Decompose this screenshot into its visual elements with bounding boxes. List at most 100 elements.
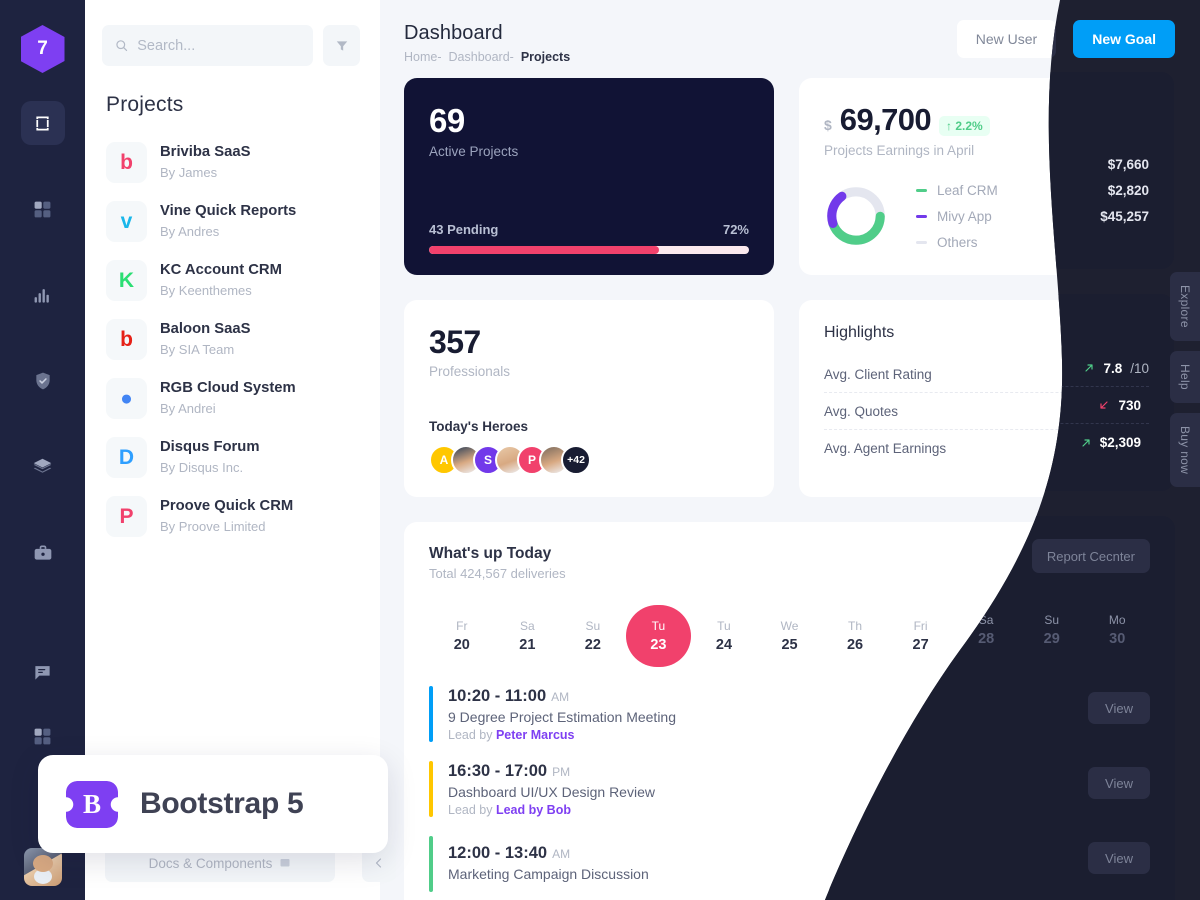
rail-item-briefcase[interactable] bbox=[21, 531, 65, 575]
rail-item-cube[interactable] bbox=[20, 101, 65, 145]
event-color-bar bbox=[429, 686, 433, 742]
active-projects-label: Active Projects bbox=[429, 144, 519, 159]
project-item[interactable]: b Baloon SaaS By SIA Team bbox=[106, 310, 380, 369]
day-name: Th bbox=[848, 619, 863, 633]
project-name: Briviba SaaS bbox=[160, 144, 251, 161]
side-tabs: Explore Help Buy now bbox=[1170, 272, 1200, 487]
event-title: 9 Degree Project Estimation Meeting bbox=[448, 708, 676, 725]
project-item[interactable]: ● RGB Cloud System By Andrei bbox=[106, 369, 380, 428]
project-item[interactable]: v Vine Quick Reports By Andres bbox=[106, 192, 380, 251]
event-time-row: 16:30 - 17:00 PM bbox=[448, 762, 655, 781]
grid-icon bbox=[34, 201, 51, 217]
day-name: Su bbox=[1044, 613, 1060, 627]
whats-up-title: What's up Today bbox=[429, 545, 552, 562]
project-author: By Andres bbox=[160, 224, 220, 240]
cards-column-left: 69 Active Projects 43 Pending 72% 357 Pr… bbox=[404, 78, 774, 497]
event-view-button[interactable]: View bbox=[1088, 767, 1150, 799]
event-view-button[interactable]: View bbox=[1088, 692, 1150, 724]
briefcase-icon bbox=[34, 545, 51, 560]
report-center-button-dark[interactable]: Report Cecnter bbox=[1032, 539, 1150, 573]
cube-icon bbox=[36, 116, 49, 130]
heroes-title: Today's Heroes bbox=[429, 419, 528, 434]
legend-left: Others bbox=[916, 235, 978, 250]
day-number: 25 bbox=[781, 637, 798, 653]
highlight-key: Avg. Quotes bbox=[824, 403, 899, 419]
chat-icon bbox=[35, 665, 50, 680]
project-meta: Briviba SaaS By James bbox=[160, 142, 250, 183]
rail-item-security[interactable] bbox=[21, 359, 65, 403]
donut-chart bbox=[827, 187, 885, 245]
earnings-delta-badge: ↑ 2.2% bbox=[939, 116, 990, 136]
rail-item-analytics[interactable] bbox=[21, 273, 65, 317]
project-author: By SIA Team bbox=[160, 342, 235, 358]
legend-left: Leaf CRM bbox=[916, 183, 998, 198]
whats-up-subtitle: Total 424,567 deliveries bbox=[429, 566, 566, 581]
professionals-label: Professionals bbox=[429, 364, 511, 379]
project-item[interactable]: D Disqus Forum By Disqus Inc. bbox=[106, 428, 380, 487]
event-ampm: AM bbox=[552, 846, 571, 861]
side-tab-buy-now[interactable]: Buy now bbox=[1170, 412, 1200, 487]
calendar-day[interactable]: Fr 20 bbox=[429, 605, 495, 667]
app-logo[interactable]: 7 bbox=[20, 25, 65, 73]
filter-icon bbox=[336, 40, 347, 51]
event-time: 12:00 - 13:40 bbox=[448, 843, 548, 862]
project-name: KC Account CRM bbox=[160, 262, 282, 279]
day-name: Su bbox=[585, 619, 601, 633]
highlight-value: $2,309 bbox=[1080, 435, 1149, 450]
day-number: 28 bbox=[978, 631, 995, 647]
highlight-key: Avg. Agent Earnings bbox=[824, 441, 947, 456]
breadcrumb-item[interactable]: Dashboard- bbox=[449, 50, 514, 64]
day-name: Fr bbox=[456, 619, 468, 633]
project-item[interactable]: b Briviba SaaS By James bbox=[106, 133, 380, 192]
event-ampm: PM bbox=[552, 764, 571, 779]
grid-icon bbox=[34, 728, 51, 744]
calendar-day[interactable]: Su 22 bbox=[560, 605, 626, 667]
legend-left: Mivy App bbox=[916, 209, 992, 224]
day-name: Fri bbox=[913, 619, 928, 633]
side-tab-help[interactable]: Help bbox=[1170, 350, 1200, 403]
event-view-button[interactable]: View bbox=[1088, 842, 1150, 874]
event-body: 16:30 - 17:00 PM Dashboard UI/UX Design Re… bbox=[448, 762, 655, 817]
search-row bbox=[85, 0, 380, 66]
rail-item-grid[interactable] bbox=[21, 187, 65, 231]
new-goal-button-dark[interactable]: New Goal bbox=[1073, 20, 1175, 58]
project-logo: ● bbox=[106, 378, 147, 419]
rail-item-layers[interactable] bbox=[21, 445, 65, 489]
search-input[interactable] bbox=[137, 37, 300, 54]
shield-check-icon bbox=[35, 372, 50, 390]
calendar-day[interactable]: We 25 bbox=[757, 605, 823, 667]
avatar[interactable] bbox=[23, 848, 62, 886]
hero-avatar[interactable]: +42 bbox=[561, 445, 591, 475]
side-tab-explore[interactable]: Explore bbox=[1170, 272, 1200, 341]
calendar-day[interactable]: Fri 27 bbox=[888, 605, 954, 667]
search-box[interactable] bbox=[102, 25, 313, 66]
highlight-suffix: /10 bbox=[1130, 360, 1149, 376]
day-number: 22 bbox=[584, 637, 601, 653]
project-name: Baloon SaaS bbox=[160, 321, 251, 338]
day-name: Mo bbox=[1108, 613, 1126, 627]
highlight-value: 7.8/10 bbox=[1083, 361, 1149, 376]
day-name: We bbox=[780, 619, 799, 633]
active-projects-count: 69 bbox=[429, 102, 465, 139]
event-ampm: AM bbox=[551, 689, 570, 704]
currency-symbol: $ bbox=[824, 117, 832, 133]
book-icon bbox=[280, 859, 290, 867]
rail-item-chat[interactable] bbox=[21, 650, 65, 694]
project-meta: RGB Cloud System By Andrei bbox=[160, 378, 296, 419]
calendar-day[interactable]: Th 26 bbox=[822, 605, 888, 667]
new-user-button[interactable]: New User bbox=[956, 20, 1057, 58]
filter-button[interactable] bbox=[323, 25, 360, 66]
calendar-day[interactable]: Tu 23 bbox=[625, 605, 692, 667]
rail-nav bbox=[20, 101, 65, 575]
event-lead: Lead by Lead by Bob bbox=[448, 802, 571, 817]
project-item[interactable]: K KC Account CRM By Keenthemes bbox=[106, 251, 380, 310]
calendar-day[interactable]: Mo 30 bbox=[1084, 599, 1150, 661]
project-item[interactable]: P Proove Quick CRM By Proove Limited bbox=[106, 487, 380, 546]
calendar-day[interactable]: Tu 24 bbox=[691, 605, 757, 667]
calendar-day[interactable]: Su 29 bbox=[1019, 599, 1085, 661]
legend-swatch bbox=[916, 240, 927, 244]
highlight-number: $2,309 bbox=[1099, 435, 1141, 450]
breadcrumb-item[interactable]: Home- bbox=[404, 50, 442, 64]
calendar-day[interactable]: Sa 21 bbox=[495, 605, 561, 667]
rail-item-grid-bottom[interactable] bbox=[21, 714, 65, 758]
